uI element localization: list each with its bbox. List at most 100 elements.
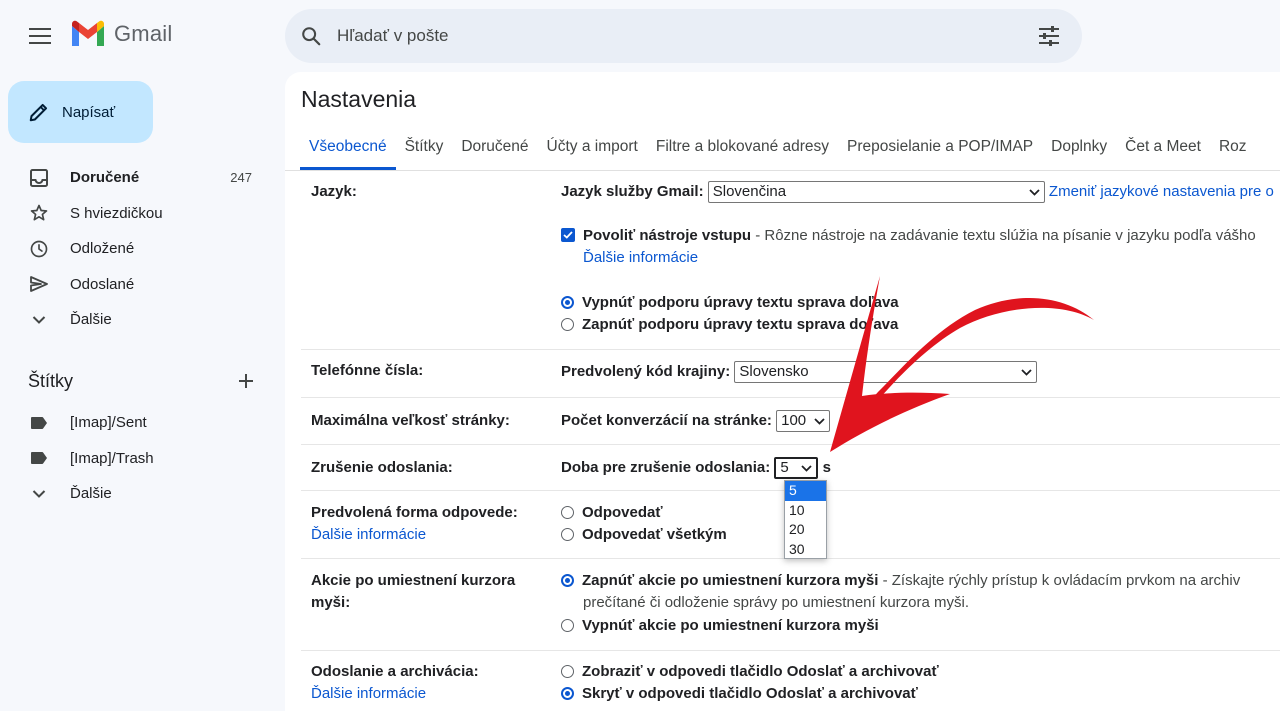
label-item-text: [Imap]/Sent	[70, 414, 147, 432]
sidebar-item-inbox[interactable]: Doručené 247	[0, 160, 270, 196]
sidebar-nav: Doručené 247 S hviezdičkou Odložené Odos…	[0, 160, 270, 338]
send-archive-show-radio[interactable]	[561, 664, 574, 678]
row-label-text: Odoslanie a archivácia:	[311, 663, 479, 680]
sidebar-item-label: S hviezdičkou	[70, 204, 163, 222]
tab-filters[interactable]: Filtre a blokované adresy	[647, 128, 838, 170]
sidebar-item-more[interactable]: Ďalšie	[0, 302, 270, 338]
page-title: Nastavenia	[301, 86, 417, 112]
select-value: 5	[780, 459, 789, 477]
field-label: Doba pre zrušenie odoslania:	[561, 459, 771, 476]
inbox-icon	[28, 167, 50, 189]
sidebar-item-label: Doručené	[70, 169, 140, 187]
row-label-text: Predvolená forma odpovede:	[311, 504, 518, 521]
main-menu-button[interactable]	[22, 18, 58, 54]
row-label: Maximálna veľkosť stránky:	[311, 412, 510, 429]
undo-send-line: Doba pre zrušenie odoslania: 5 s	[561, 457, 831, 480]
send-archive-hide-radio[interactable]	[561, 686, 574, 700]
page-size-select[interactable]: 100	[776, 410, 831, 433]
tab-accounts-import[interactable]: Účty a import	[538, 128, 647, 170]
hover-off-title: Vypnúť akcie po umiestnení kurzora myši	[582, 617, 879, 634]
gmail-logo[interactable]: Gmail	[70, 20, 172, 48]
search-options-icon[interactable]	[1024, 11, 1074, 61]
language-line: Jazyk služby Gmail: Slovenčina Zmeniť ja…	[561, 181, 1274, 204]
undo-send-unit: s	[822, 459, 831, 476]
undo-send-option[interactable]: 20	[785, 520, 826, 540]
label-tag-icon	[28, 447, 50, 469]
search-input[interactable]	[337, 26, 1024, 46]
add-label-icon[interactable]	[238, 373, 254, 389]
chevron-down-icon	[801, 464, 813, 472]
reply-more-info-link[interactable]: Ďalšie informácie	[311, 524, 518, 546]
phone-line: Predvolený kód krajiny: Slovensko	[561, 361, 1038, 384]
undo-send-option[interactable]: 30	[785, 540, 826, 560]
label-item-imap-sent[interactable]: [Imap]/Sent	[0, 405, 270, 441]
search-icon[interactable]	[285, 9, 337, 63]
hover-on-desc: - Získajte rýchly prístup k ovládacím pr…	[878, 572, 1241, 589]
input-tools-title: Povoliť nástroje vstupu	[583, 227, 752, 244]
reply-radio[interactable]	[561, 505, 574, 519]
sidebar-item-snoozed[interactable]: Odložené	[0, 231, 270, 267]
reply-opt1-line: Odpovedať	[561, 502, 663, 524]
sidebar-item-label: Odložené	[70, 240, 135, 258]
row-label: Predvolená forma odpovede: Ďalšie inform…	[311, 502, 518, 546]
change-language-link[interactable]: Zmeniť jazykové nastavenia pre o	[1049, 183, 1274, 200]
input-tools-desc: - Rôzne nástroje na zadávanie textu slúž…	[751, 227, 1256, 244]
pencil-icon	[29, 103, 48, 122]
top-bar: Gmail	[0, 0, 1280, 72]
row-label: Jazyk:	[311, 183, 357, 200]
search-bar[interactable]	[285, 9, 1082, 63]
tab-labels[interactable]: Štítky	[396, 128, 453, 170]
tab-advanced[interactable]: Roz	[1210, 128, 1256, 170]
rtl-off-line: Vypnúť podporu úpravy textu sprava doľav…	[561, 292, 899, 314]
reply-opt2-line: Odpovedať všetkým	[561, 524, 727, 546]
input-tools-checkbox[interactable]	[561, 228, 575, 243]
compose-button[interactable]: Napísať	[8, 81, 153, 143]
hover-off-radio[interactable]	[561, 618, 574, 632]
rtl-off-radio[interactable]	[561, 295, 574, 309]
star-icon	[28, 202, 50, 224]
sidebar-item-starred[interactable]: S hviezdičkou	[0, 196, 270, 232]
hover-on-desc-line: prečítané či odloženie správy po umiestn…	[583, 592, 969, 614]
send-archive-hide-label: Skryť v odpovedi tlačidlo Odoslať a arch…	[582, 685, 918, 702]
labels-header: Štítky	[28, 368, 260, 394]
gmail-m-icon	[72, 20, 104, 46]
input-tools-more-info-link[interactable]: Ďalšie informácie	[583, 249, 698, 266]
chevron-down-icon	[1021, 368, 1033, 376]
label-item-text: [Imap]/Trash	[70, 449, 154, 467]
tab-addons[interactable]: Doplnky	[1042, 128, 1116, 170]
send-archive-show-label: Zobraziť v odpovedi tlačidlo Odoslať a a…	[582, 663, 939, 680]
labels-more[interactable]: Ďalšie	[0, 476, 270, 512]
labels-list: [Imap]/Sent [Imap]/Trash Ďalšie	[0, 405, 270, 512]
hover-on-radio[interactable]	[561, 573, 574, 587]
sidebar-item-sent[interactable]: Odoslané	[0, 267, 270, 303]
row-label: Telefónne čísla:	[311, 362, 424, 379]
app-name: Gmail	[114, 21, 173, 46]
compose-label: Napísať	[62, 103, 116, 121]
tab-general[interactable]: Všeobecné	[300, 128, 396, 170]
country-code-select[interactable]: Slovensko	[734, 361, 1038, 384]
rtl-on-radio[interactable]	[561, 317, 574, 331]
reply-all-label: Odpovedať všetkým	[582, 526, 727, 543]
label-item-imap-trash[interactable]: [Imap]/Trash	[0, 441, 270, 477]
undo-send-option[interactable]: 5	[785, 481, 826, 501]
sidebar-item-label: Ďalšie	[70, 311, 112, 329]
chevron-down-icon	[28, 483, 50, 505]
sidebar-item-label: Odoslané	[70, 275, 135, 293]
hamburger-menu-icon	[29, 28, 51, 44]
tab-inbox[interactable]: Doručené	[452, 128, 537, 170]
hover-off-line: Vypnúť akcie po umiestnení kurzora myši	[561, 615, 879, 637]
undo-send-option[interactable]: 10	[785, 501, 826, 521]
tab-chat-meet[interactable]: Čet a Meet	[1116, 128, 1210, 170]
clock-icon	[28, 238, 50, 260]
reply-label: Odpovedať	[582, 504, 663, 521]
language-select[interactable]: Slovenčina	[707, 181, 1045, 204]
row-label-line2: myši:	[311, 594, 351, 611]
send-archive-more-info-link[interactable]: Ďalšie informácie	[311, 683, 479, 705]
undo-send-select[interactable]: 5	[774, 457, 819, 480]
row-label: Akcie po umiestnení kurzora myši:	[311, 570, 515, 614]
reply-all-radio[interactable]	[561, 527, 574, 541]
tab-forwarding[interactable]: Preposielanie a POP/IMAP	[838, 128, 1042, 170]
input-tools-more-line: Ďalšie informácie	[583, 247, 698, 269]
hover-on-desc2: prečítané či odloženie správy po umiestn…	[583, 594, 970, 611]
settings-rows: Jazyk: Jazyk služby Gmail: Slovenčina Zm…	[301, 171, 1280, 711]
